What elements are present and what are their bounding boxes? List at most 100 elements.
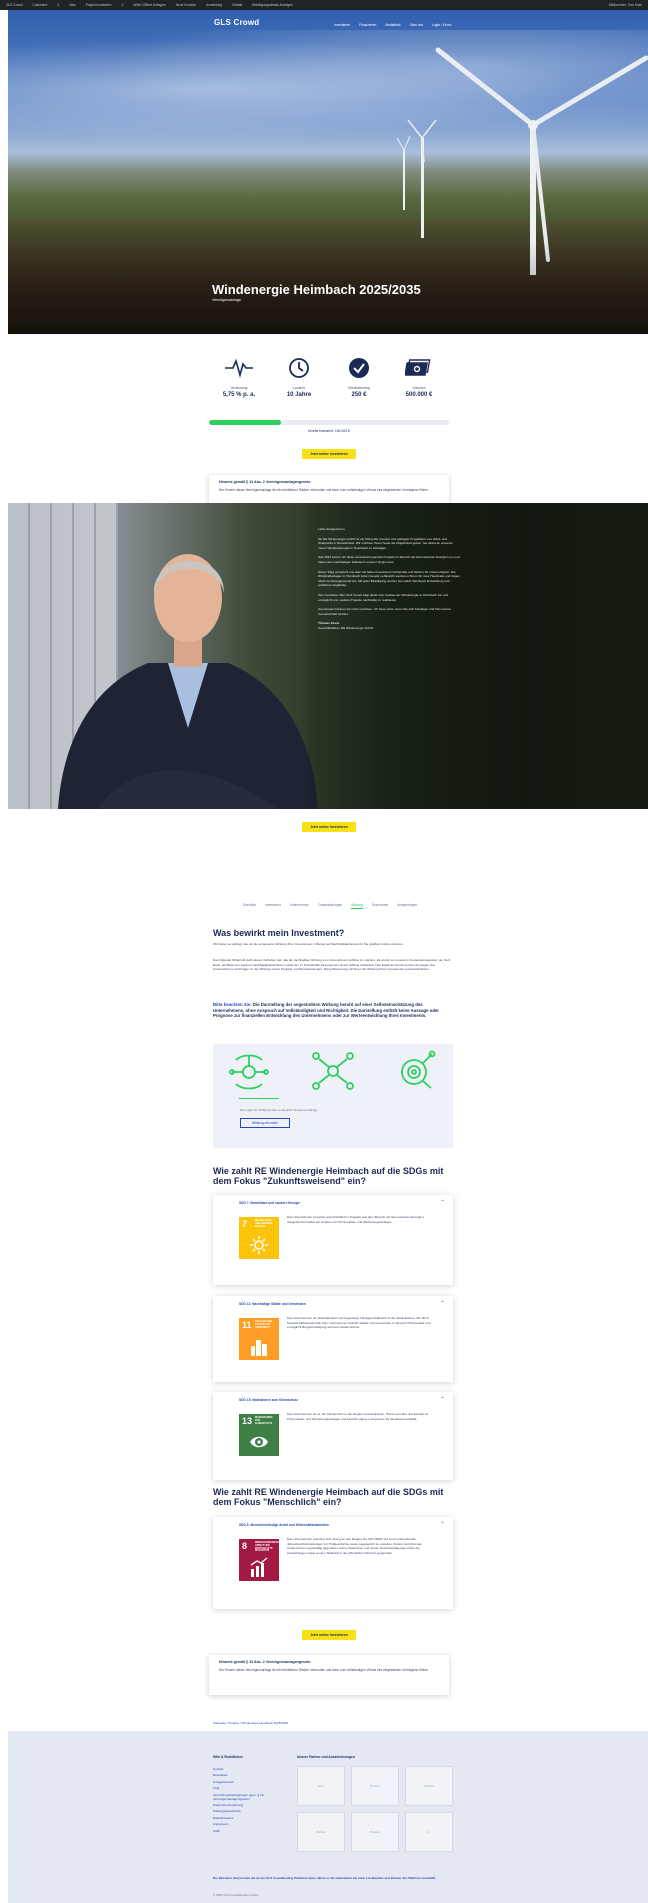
risk-notice: Hinweis gemäß § 13 Abs. 2 Vermögensanlag… xyxy=(209,1655,449,1695)
admin-bar-item[interactable]: New xyxy=(69,3,75,7)
partner-logo[interactable]: GLS xyxy=(297,1766,345,1806)
tab-company[interactable]: Unternehmen xyxy=(290,903,309,909)
chevron-up-icon[interactable]: ⌃ xyxy=(440,1199,445,1206)
impact-body: Das folgende Wirkprofil stellt dieses Vo… xyxy=(213,958,451,972)
nav-item[interactable]: Über uns xyxy=(410,23,423,27)
tab-documents[interactable]: Dokumente xyxy=(372,903,388,909)
nav-item[interactable]: Mediathek xyxy=(385,23,400,27)
sdg-card[interactable]: SDG 8: Menschenwürdige Arbeit und Wirtsc… xyxy=(213,1517,453,1609)
nav-item[interactable]: Investieren xyxy=(334,23,350,27)
growth-chart-icon xyxy=(250,1557,268,1577)
partner-logo[interactable]: Partner xyxy=(297,1812,345,1852)
invest-button[interactable]: Jetzt online investieren xyxy=(302,449,356,459)
admin-greeting[interactable]: Willkommen, Tom Kumi xyxy=(609,3,642,7)
network-icon[interactable] xyxy=(310,1050,356,1092)
sdg-tile-text: MENSCHENWÜRDIGE ARBEIT UND WIRTSCHAFTS-W… xyxy=(255,1541,281,1553)
tab-extras[interactable]: Zusatzleistungen xyxy=(318,903,342,909)
page-subtitle: Vermögensanlage xyxy=(212,298,241,302)
stat-label: Volumen xyxy=(412,386,426,390)
admin-bar-item[interactable]: WWU Offene Anfragen xyxy=(133,3,165,7)
admin-bar-item[interactable]: Neue Kreative xyxy=(176,3,196,7)
letter-paragraph: Liebe Anlegerinnen, xyxy=(318,527,346,531)
footer-links-title: Hilfe & Rechtliches xyxy=(213,1755,243,1759)
admin-bar-item[interactable]: Customize xyxy=(32,3,47,7)
sdg-tile-text: MASSNAHMEN ZUM KLIMASCHUTZ xyxy=(255,1416,273,1425)
impact-disclaimer: Bitte beachten Sie: Die Darstellung der … xyxy=(213,1002,453,1019)
sdg-number: 13 xyxy=(242,1416,253,1426)
sdg-number: 7 xyxy=(242,1219,248,1229)
footer-note: Der Betreiber (frei) kommt die im der GL… xyxy=(213,1876,436,1880)
admin-bar-item[interactable]: Anmeldung xyxy=(206,3,222,7)
funding-progress-bar xyxy=(209,420,449,425)
letter-signature-role: Geschäftsführer RE Windenergie GmbH xyxy=(318,625,374,630)
admin-bar: GLS Crowd Customize 0 New Projekt bearbe… xyxy=(0,0,648,10)
partner-logo[interactable]: C xyxy=(405,1812,453,1852)
explore-impact-button[interactable]: Wirkung erkunden xyxy=(240,1118,290,1128)
sdg-tile-text: BEZAHLBARE UND SAUBERE ENERGIE xyxy=(255,1219,273,1228)
breadcrumb[interactable]: Startseite / Projekte / Windenergie Heim… xyxy=(213,1721,288,1725)
tab-investor-questions[interactable]: Anlegerfragen xyxy=(397,903,417,909)
admin-bar-item[interactable]: Beteiligungsdetails Anzeigen xyxy=(252,3,293,7)
chevron-up-icon[interactable]: ⌃ xyxy=(440,1396,445,1403)
ceo-letter-text: Liebe Anlegerinnen, die RE Windenergie G… xyxy=(318,527,460,636)
letter-paragraph: Seit 2013 setzen wir diese verantwortung… xyxy=(318,555,460,564)
admin-bar-item[interactable]: 0 xyxy=(58,3,60,7)
eye-globe-icon xyxy=(250,1436,268,1448)
check-circle-icon xyxy=(329,356,389,380)
sdg-card[interactable]: SDG 15: Maßnahmen zum Klimaschutz ⌃ 13 M… xyxy=(213,1392,453,1480)
nav-item-login[interactable]: Login / Konto xyxy=(432,23,451,27)
impact-heading: Was bewirkt mein Investment? xyxy=(213,928,345,938)
partner-logo[interactable]: Partner xyxy=(351,1766,399,1806)
sdg-card[interactable]: SDG 11: Nachhaltige Städte und Gemeinden… xyxy=(213,1296,453,1382)
partner-logo[interactable]: Partner xyxy=(351,1812,399,1852)
page-title: Windenergie Heimbach 2025/2035 xyxy=(212,282,421,297)
invest-button[interactable]: Jetzt online investieren xyxy=(302,822,356,832)
site-logo[interactable]: GLS Crowd xyxy=(214,18,259,27)
invest-button[interactable]: Jetzt online investieren xyxy=(302,1630,356,1640)
ceo-letter-section: Liebe Anlegerinnen, die RE Windenergie G… xyxy=(8,503,648,809)
footer-link[interactable]: AGB xyxy=(213,1828,277,1834)
footer-copyright: © 2025 GLS Crowdfunding GmbH xyxy=(213,1893,259,1897)
stat-interest: Verzinsung 5,75 % p. a. xyxy=(209,356,269,398)
tab-investment[interactable]: Investment xyxy=(265,903,281,909)
sdg-tile: 7 BEZAHLBARE UND SAUBERE ENERGIE xyxy=(239,1217,279,1259)
city-icon xyxy=(251,1340,267,1356)
admin-bar-item[interactable]: Projekt bearbeiten xyxy=(86,3,112,7)
stat-value: 10 Jahre xyxy=(286,392,312,398)
sdg-number: 8 xyxy=(242,1541,248,1551)
impact-disclaimer-lead: Bitte beachten Sie: xyxy=(213,1002,252,1007)
sdg-card[interactable]: SDG 7: Bezahlbare und saubere Energie ⌃ … xyxy=(213,1195,453,1285)
wind-cycle-icon[interactable] xyxy=(226,1050,272,1092)
admin-bar-item[interactable]: 0 xyxy=(122,3,124,7)
funding-raised-text: bereits finanziert: 150.000 € xyxy=(308,429,350,433)
stat-label: Laufzeit xyxy=(293,386,305,390)
impact-icons xyxy=(226,1050,440,1092)
partner-logos: GLS Partner Partner Partner Partner C xyxy=(297,1766,453,1852)
tab-impact[interactable]: Wirkung xyxy=(351,903,363,909)
footer-link[interactable]: Vermittlungsbedingungen (gem. § 2a Vermö… xyxy=(213,1792,277,1802)
footer-links: Kontakt Newsletter Anlegerbereich FAQ Ve… xyxy=(213,1766,277,1834)
risk-notice-body: Der Erwerb dieser Vermögensanlage ist mi… xyxy=(219,1668,429,1672)
partner-logo[interactable]: Partner xyxy=(405,1766,453,1806)
sdg-tile-text: NACHHALTIGE STÄDTE UND GEMEINDEN xyxy=(255,1320,273,1329)
money-stack-icon xyxy=(389,356,449,380)
stat-value: 500.000 € xyxy=(405,392,433,398)
ceo-portrait xyxy=(58,554,318,809)
chevron-up-icon[interactable]: ⌃ xyxy=(440,1300,445,1307)
key-figures: Verzinsung 5,75 % p. a. Laufzeit 10 Jahr… xyxy=(209,356,449,398)
stat-label: Mindestbetrag xyxy=(348,386,370,390)
nav-item[interactable]: Finanzieren xyxy=(359,23,376,27)
sdg-card-title: SDG 15: Maßnahmen zum Klimaschutz xyxy=(239,1398,298,1402)
admin-bar-item[interactable]: GLS Crowd xyxy=(6,3,22,7)
chevron-up-icon[interactable]: ⌃ xyxy=(440,1521,445,1528)
sdg-card-title: SDG 11: Nachhaltige Städte und Gemeinden xyxy=(239,1302,306,1306)
tab-overview[interactable]: Überblick xyxy=(243,903,256,909)
stat-duration: Laufzeit 10 Jahre xyxy=(269,356,329,398)
target-search-icon[interactable] xyxy=(394,1050,440,1092)
funding-progress-fill xyxy=(209,420,281,425)
letter-paragraph: die RE Windenergie GmbH ist ein führende… xyxy=(318,536,453,550)
admin-bar-item[interactable]: Gestalt xyxy=(232,3,242,7)
footer-partners-title: Unsere Partner und Auszeichnungen xyxy=(297,1755,355,1759)
sdg-card-title: SDG 7: Bezahlbare und saubere Energie xyxy=(239,1201,300,1205)
sdg-card-text: Das Unternehmen ist es, die Klimaschutz … xyxy=(287,1412,429,1421)
